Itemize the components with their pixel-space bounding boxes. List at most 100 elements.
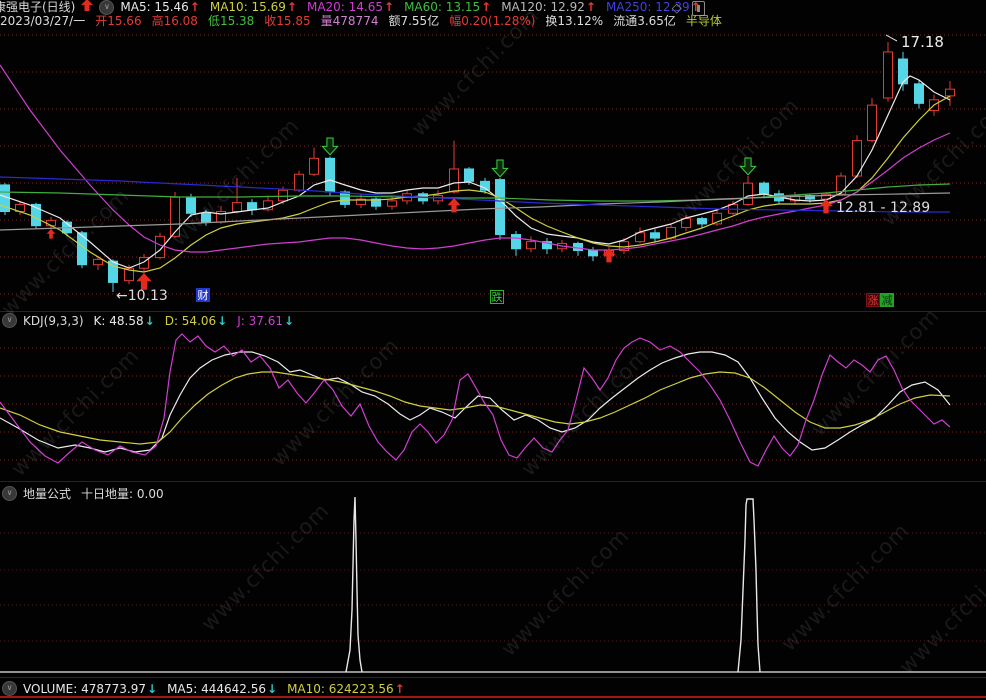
quote-field-label: 额7.55亿: [388, 14, 440, 28]
down-arrow-icon: ↓: [267, 681, 278, 696]
candle-down[interactable]: [573, 242, 583, 252]
candle-down[interactable]: [480, 180, 490, 191]
candle-up[interactable]: [883, 51, 893, 99]
ma-values-row: MA5: 15.46 ↑ MA10: 15.69 ↑ MA20: 14.65 ↑ MA60:…: [120, 0, 710, 14]
candle-down[interactable]: [697, 218, 707, 225]
kdj-value-label: KDJ(9,3,3): [23, 313, 84, 328]
quote-field-label: 换13.12%: [545, 14, 604, 28]
volume-value-label: MA10: 624223.56: [287, 681, 394, 696]
price-annotation: 17.18: [901, 33, 944, 51]
candle-down[interactable]: [340, 191, 350, 205]
kdj-value-label: J: 37.61: [237, 313, 283, 328]
quote-field-item: 收15.85: [264, 14, 310, 28]
stock-title[interactable]: 康强电子(日线): [0, 0, 75, 14]
quote-field-item: 半导体: [686, 14, 722, 28]
volume-bar: ∨ VOLUME: 478773.97 ↓ MA5: 444642.56 ↓ MA10:…: [2, 681, 415, 696]
quote-field-item: 开15.66: [95, 14, 141, 28]
down-arrow-icon: ↓: [283, 313, 295, 328]
kdj-value-item: D: 54.06 ↓: [165, 314, 228, 328]
candle-down[interactable]: [914, 83, 924, 104]
ma-value-item: MA10: 15.69 ↑: [210, 0, 297, 14]
volume-value-item: MA5: 444642.56 ↓: [167, 682, 277, 696]
kdj-line-j: [0, 333, 951, 467]
kdj-line-k: [0, 351, 951, 453]
diliang-values-row: 地量公式 十日地量: 0.00: [23, 485, 174, 502]
ma-line-ma20: [0, 64, 951, 253]
buy-signal-arrow-icon: [46, 229, 56, 239]
main-candlestick-chart[interactable]: 17.18 12.81 - 12.89 ←10.13: [0, 28, 986, 311]
candle-down[interactable]: [511, 234, 521, 250]
candle-up[interactable]: [278, 189, 288, 202]
kdj-value-item: J: 37.61 ↓: [237, 314, 294, 328]
header-line2: 2023/03/27/一 开15.66 高16.08 低15.38 收15.85 量478…: [0, 14, 732, 28]
candle-down[interactable]: [495, 179, 505, 236]
candle-down[interactable]: [650, 232, 660, 239]
candle-up[interactable]: [945, 88, 955, 97]
down-arrow-icon: ↓: [144, 313, 155, 328]
candle-down[interactable]: [186, 196, 196, 214]
candle-up[interactable]: [309, 157, 319, 175]
panel-separator: [0, 677, 986, 678]
quote-field-label: 高16.08: [151, 14, 198, 28]
candle-up[interactable]: [93, 258, 103, 266]
sell-signal-arrow-icon: [491, 159, 509, 178]
kdj-values-row: KDJ(9,3,3) K: 48.58 ↓ D: 54.06 ↓ J: 37.61 ↓: [23, 314, 304, 328]
volume-value-label: VOLUME: 478773.97: [23, 681, 146, 696]
kdj-value-label: K: 48.58: [93, 313, 144, 328]
kdj-header: ∨ KDJ(9,3,3) K: 48.58 ↓ D: 54.06 ↓ J: 37.61 ↓: [2, 313, 304, 328]
diliang-collapse-chevron-icon[interactable]: ∨: [2, 486, 17, 501]
collapse-chevron-icon[interactable]: ∨: [99, 0, 115, 15]
quote-field-label: 收15.85: [264, 14, 311, 28]
candle-up[interactable]: [232, 202, 242, 213]
up-arrow-icon: ↑: [585, 0, 596, 14]
candle-down[interactable]: [464, 168, 474, 182]
volume-value-item: VOLUME: 478773.97 ↓: [23, 682, 157, 696]
diliang-indicator-chart[interactable]: [0, 482, 986, 678]
up-arrow-icon: ↑: [481, 0, 492, 14]
candle-down[interactable]: [759, 182, 769, 195]
ma-value-label: MA5: 15.46: [120, 0, 189, 14]
candle-up[interactable]: [743, 182, 753, 205]
ma-value-label: MA120: 12.92: [501, 0, 585, 14]
quote-field-item: 换13.12%: [545, 14, 603, 28]
sell-signal-arrow-icon: [321, 137, 339, 156]
up-arrow-icon: ↑: [384, 0, 395, 14]
event-badge: 财: [196, 288, 210, 302]
sell-signal-arrow-icon: [739, 157, 757, 176]
candle-up[interactable]: [294, 173, 304, 191]
kdj-indicator-chart[interactable]: [0, 312, 986, 481]
stock-chart-app: 康强电子(日线) ∨ MA5: 15.46 ↑ MA10: 15.69 ↑ MA20: …: [0, 0, 986, 700]
down-arrow-icon: ↓: [147, 681, 158, 696]
candle-down[interactable]: [247, 202, 257, 211]
candle-up[interactable]: [170, 196, 180, 237]
volume-value-item: MA10: 624223.56 ↑: [287, 682, 405, 696]
candle-up[interactable]: [449, 168, 459, 193]
quote-field-item: 流通3.65亿: [613, 14, 676, 28]
quote-field-label: 半导体: [685, 14, 722, 28]
buy-signal-arrow-icon: [81, 0, 94, 15]
candle-down[interactable]: [898, 58, 908, 85]
kdj-value-label: D: 54.06: [164, 313, 217, 328]
candle-down[interactable]: [325, 157, 335, 193]
up-arrow-icon: ↑: [394, 681, 405, 696]
diliang-value-item: 地量公式: [23, 485, 71, 502]
quote-field-label: 流通3.65亿: [613, 14, 676, 28]
quote-field-item: 幅0.20(1.28%): [449, 14, 535, 28]
candle-up[interactable]: [526, 241, 536, 250]
candle-up[interactable]: [681, 218, 691, 228]
ma-value-item: MA120: 12.92 ↑: [501, 0, 596, 14]
annotation-pointer-line: [885, 34, 898, 42]
down-arrow-icon: ↓: [217, 313, 228, 328]
candle-down[interactable]: [201, 212, 211, 223]
kdj-collapse-chevron-icon[interactable]: ∨: [2, 313, 17, 328]
up-arrow-icon: ↑: [189, 0, 200, 14]
diliang-value-label: 地量公式: [23, 487, 72, 501]
candle-up[interactable]: [387, 200, 397, 207]
ma-value-item: MA20: 14.65 ↑: [307, 0, 394, 14]
indicator-spike: [345, 496, 363, 673]
diliang-value-item: 十日地量: 0.00: [81, 485, 164, 502]
candle-up[interactable]: [867, 104, 877, 142]
ma-value-label: MA20: 14.65: [306, 0, 384, 14]
volume-collapse-chevron-icon[interactable]: ∨: [2, 681, 17, 696]
candle-down[interactable]: [588, 250, 598, 257]
